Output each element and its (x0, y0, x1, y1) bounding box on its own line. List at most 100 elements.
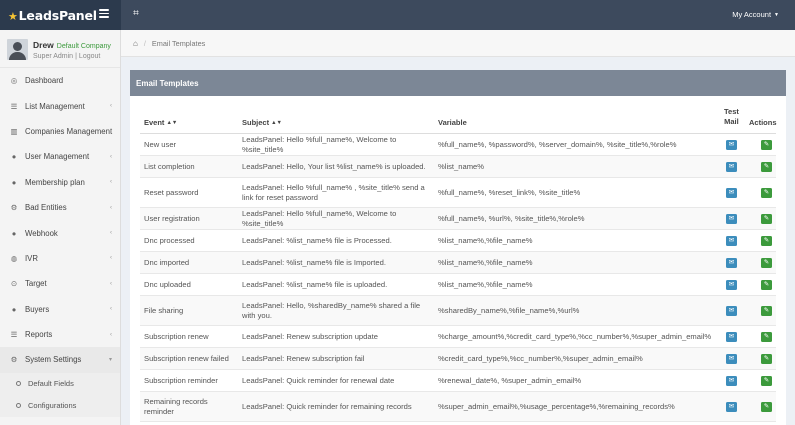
col-variable: Variable (438, 118, 467, 127)
user-icon: ● (11, 177, 17, 187)
edit-button[interactable]: ✎ (761, 161, 772, 172)
sort-icon: ▲▼ (271, 120, 282, 126)
test-mail-button[interactable]: ✉ (726, 305, 737, 316)
chevron-left-icon: ‹ (110, 280, 112, 287)
test-mail-button[interactable]: ✉ (726, 401, 737, 412)
fullscreen-icon[interactable]: ⌗ (131, 9, 141, 19)
table-row: File sharing LeadsPanel: Hello, %sharedBy… (140, 296, 776, 326)
envelope-icon: ✉ (728, 354, 735, 362)
sidebar-item-label: Bad Entities (25, 203, 67, 213)
test-mail-button[interactable]: ✉ (726, 279, 737, 290)
sidebar-subitem[interactable]: Configurations (0, 394, 120, 417)
sidebar-item[interactable]: ⊙ Target ‹ (0, 271, 120, 296)
sidebar-item-label: Membership plan (25, 177, 85, 187)
chevron-left-icon: ‹ (110, 103, 112, 110)
event-cell: File sharing (144, 305, 184, 315)
pencil-icon: ✎ (763, 258, 770, 266)
sidebar-item[interactable]: ▥ Companies Management ‹ (0, 119, 120, 144)
test-mail-button[interactable]: ✉ (726, 213, 737, 224)
email-templates-table: Event ▲▼ Subject ▲▼ Variable Test Mail Acti… (140, 107, 777, 422)
sidebar-item[interactable]: ● User Management ‹ (0, 144, 120, 169)
user-name: Drew (33, 40, 54, 50)
envelope-icon: ✉ (728, 140, 735, 148)
subject-cell: LeadsPanel: Quick reminder for remaining… (242, 401, 412, 411)
edit-button[interactable]: ✎ (761, 187, 772, 198)
pencil-icon: ✎ (763, 236, 770, 244)
sidebar: Drew Default Company Super Admin | Logout ◎… (0, 30, 121, 425)
sidebar-item-label: Webhook (25, 228, 58, 238)
table-row: New user LeadsPanel: Hello %full_name%, W… (140, 134, 776, 156)
sidebar-subitem[interactable]: Default Fields (0, 372, 120, 395)
circle-icon (16, 403, 21, 409)
users-icon: ● (11, 304, 17, 314)
logout-link[interactable]: Logout (79, 53, 100, 60)
sidebar-item[interactable]: ● Buyers ‹ (0, 297, 120, 322)
sidebar-item[interactable]: ⚙ System Settings ▾ (0, 347, 120, 373)
sidebar-item-label: Dashboard (25, 76, 64, 86)
list-icon: ☰ (10, 330, 18, 340)
brand-area: ★LeadsPanel (0, 0, 121, 30)
subject-cell: LeadsPanel: Hello, %sharedBy_name% share… (242, 300, 421, 320)
edit-button[interactable]: ✎ (761, 401, 772, 412)
envelope-icon: ✉ (728, 376, 735, 384)
headset-icon: ◍ (10, 253, 18, 263)
sidebar-item[interactable]: ● Webhook ‹ (0, 220, 120, 245)
sidebar-subitem-label: Configurations (28, 401, 77, 411)
table-row: Dnc imported LeadsPanel: %list_name% file… (140, 252, 776, 274)
sidebar-item[interactable]: ☰ List Management ‹ (0, 93, 120, 118)
edit-button[interactable]: ✎ (761, 305, 772, 316)
table-row: Remaining records reminder LeadsPanel: Qu… (140, 392, 776, 422)
col-subject[interactable]: Subject ▲▼ (242, 118, 282, 127)
table-header: Event ▲▼ Subject ▲▼ Variable Test Mail Acti… (140, 107, 777, 134)
target-icon: ⊙ (10, 279, 18, 289)
chevron-left-icon: ‹ (110, 204, 112, 211)
subject-cell: LeadsPanel: Hello %full_name% , %site_ti… (242, 182, 425, 202)
email-templates-panel: Email Templates Event ▲▼ Subject ▲▼ Variab… (130, 70, 786, 425)
star-icon: ★ (8, 9, 18, 23)
subject-cell: LeadsPanel: Hello %full_name%, Welcome t… (242, 134, 397, 154)
edit-button[interactable]: ✎ (761, 331, 772, 342)
brand-logo[interactable]: ★LeadsPanel (8, 8, 97, 23)
test-mail-button[interactable]: ✉ (726, 353, 737, 364)
test-mail-button[interactable]: ✉ (726, 187, 737, 198)
subject-cell: LeadsPanel: Hello, Your list %list_name%… (242, 161, 426, 171)
test-mail-button[interactable]: ✉ (726, 139, 737, 150)
edit-button[interactable]: ✎ (761, 235, 772, 246)
edit-button[interactable]: ✎ (761, 257, 772, 268)
test-mail-button[interactable]: ✉ (726, 375, 737, 386)
test-mail-button[interactable]: ✉ (726, 161, 737, 172)
edit-button[interactable]: ✎ (761, 279, 772, 290)
test-mail-button[interactable]: ✉ (726, 235, 737, 246)
my-account-dropdown[interactable]: My Account ▼ (732, 10, 779, 19)
sidebar-item[interactable]: ☰ Reports ‹ (0, 322, 120, 347)
envelope-icon: ✉ (728, 258, 735, 266)
chevron-left-icon: ‹ (110, 153, 112, 160)
sidebar-item-label: List Management (25, 101, 85, 111)
pencil-icon: ✎ (763, 402, 770, 410)
sidebar-item[interactable]: ◍ IVR ‹ (0, 246, 120, 271)
table-row: Dnc uploaded LeadsPanel: %list_name% file… (140, 274, 776, 296)
sidebar-item-label: System Settings (25, 355, 82, 365)
pencil-icon: ✎ (763, 306, 770, 314)
home-icon[interactable]: ⌂ (133, 39, 138, 48)
chevron-left-icon: ‹ (110, 128, 112, 135)
col-event[interactable]: Event ▲▼ (144, 118, 177, 127)
edit-button[interactable]: ✎ (761, 139, 772, 150)
event-cell: Remaining records reminder (144, 396, 208, 416)
user-name-line: Drew Default Company (33, 40, 111, 50)
edit-button[interactable]: ✎ (761, 375, 772, 386)
test-mail-button[interactable]: ✉ (726, 257, 737, 268)
user-icon: ● (11, 152, 17, 162)
sidebar-item[interactable]: ● Membership plan ‹ (0, 170, 120, 195)
test-mail-button[interactable]: ✉ (726, 331, 737, 342)
edit-button[interactable]: ✎ (761, 353, 772, 364)
sidebar-item[interactable]: ◎ Dashboard (0, 68, 120, 93)
subject-cell: LeadsPanel: %list_name% file is uploaded… (242, 279, 388, 289)
subject-cell: LeadsPanel: Renew subscription fail (242, 353, 365, 363)
hamburger-menu-icon[interactable] (99, 9, 109, 18)
envelope-icon: ✉ (728, 188, 735, 196)
subject-cell: LeadsPanel: Hello %full_name%, Welcome t… (242, 208, 397, 228)
sidebar-item[interactable]: ⚙ Bad Entities ‹ (0, 195, 120, 220)
edit-button[interactable]: ✎ (761, 213, 772, 224)
variable-cell: %list_name%,%file_name% (438, 257, 533, 267)
